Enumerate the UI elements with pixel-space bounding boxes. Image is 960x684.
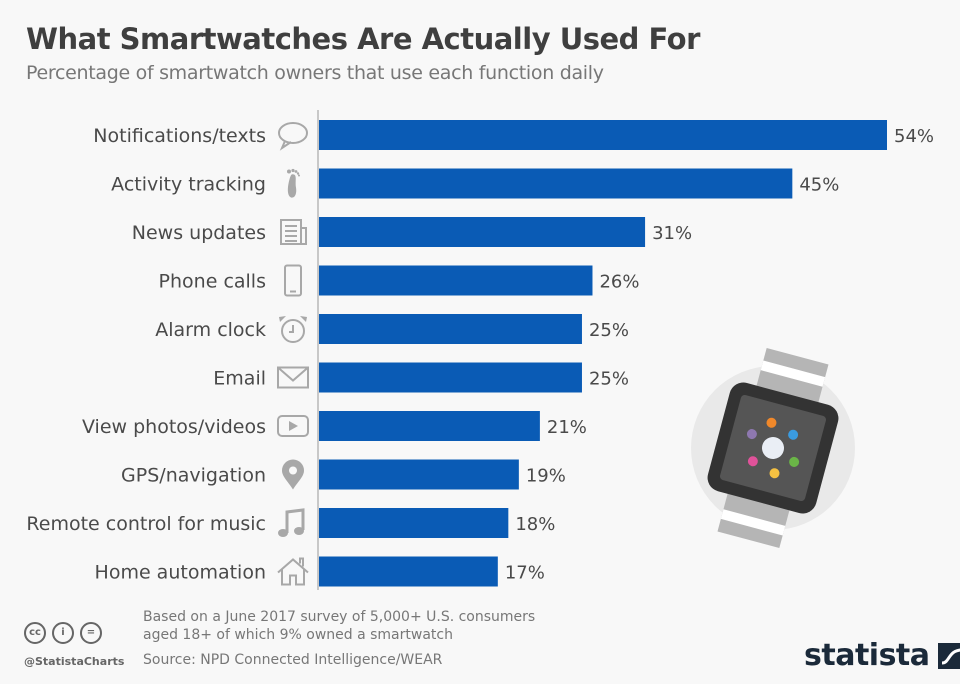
data-label: 18% (515, 514, 555, 535)
speech-bubble-icon (278, 122, 308, 151)
bar-row: Home automation 17% (95, 556, 545, 587)
twitter-handle[interactable]: @StatistaCharts (24, 655, 124, 668)
category-label: Activity tracking (111, 174, 266, 196)
footprint-icon (287, 168, 300, 198)
play-video-icon (277, 415, 309, 437)
data-label: 17% (505, 563, 545, 584)
category-label: GPS/navigation (121, 465, 266, 487)
bar-row: Email 25% (213, 362, 629, 393)
bar-row: News updates 31% (132, 217, 692, 247)
data-label: 25% (589, 320, 629, 341)
watch-icon (707, 347, 839, 549)
newspaper-icon (280, 219, 307, 245)
smartphone-icon (284, 264, 302, 297)
chart-title: What Smartwatches Are Actually Used For (26, 22, 700, 56)
cc-icon: cc (24, 622, 46, 644)
category-label: Home automation (95, 562, 266, 584)
bar (319, 168, 793, 199)
bar (319, 459, 519, 490)
logo-mark-icon (937, 642, 960, 669)
data-label: 19% (526, 466, 566, 487)
data-label: 21% (547, 417, 587, 438)
bar (319, 362, 582, 393)
nd-icon: = (80, 622, 102, 644)
license-icons: cc i = (24, 622, 102, 644)
data-label: 45% (799, 175, 839, 196)
bar-chart: Notifications/texts 54% Activity tracking 4… (26, 110, 934, 590)
bar (319, 411, 540, 441)
alarm-clock-icon (279, 316, 307, 343)
logo-text: statista (804, 638, 930, 673)
data-label: 26% (599, 272, 639, 293)
bar-row: Alarm clock 25% (155, 314, 629, 344)
bar-row: Activity tracking 45% (111, 168, 839, 199)
category-label: Email (213, 368, 266, 390)
bar (319, 265, 593, 296)
envelope-icon (277, 366, 309, 389)
bar (319, 508, 509, 538)
bar (319, 314, 582, 344)
data-label: 31% (652, 223, 692, 244)
music-note-icon (278, 508, 305, 537)
map-pin-icon (282, 459, 304, 490)
footnote-line-1: Based on a June 2017 survey of 5,000+ U.… (143, 609, 536, 625)
statista-logo[interactable]: statista (804, 638, 960, 673)
category-label: View photos/videos (82, 416, 266, 438)
footnote-line-2: aged 18+ of which 9% owned a smartwatch (143, 627, 453, 643)
footnote: Based on a June 2017 survey of 5,000+ U.… (143, 608, 535, 644)
category-label: News updates (132, 222, 266, 244)
bar-row: GPS/navigation 19% (121, 459, 566, 490)
bar (319, 217, 646, 247)
category-label: Phone calls (159, 271, 266, 293)
bar-row: Phone calls 26% (159, 265, 639, 296)
watch-illustration (691, 347, 855, 549)
category-label: Notifications/texts (93, 125, 266, 147)
chart-subtitle: Percentage of smartwatch owners that use… (26, 62, 604, 84)
house-icon (277, 557, 309, 586)
data-label: 25% (589, 369, 629, 390)
bar (319, 556, 498, 587)
category-label: Remote control for music (26, 513, 266, 535)
data-label: 54% (894, 126, 934, 147)
category-label: Alarm clock (155, 319, 266, 341)
source-note: Source: NPD Connected Intelligence/WEAR (143, 652, 443, 668)
bar-row: Notifications/texts 54% (93, 120, 934, 150)
bar-row: View photos/videos 21% (82, 411, 587, 441)
bar (319, 120, 887, 150)
by-icon: i (52, 622, 74, 644)
